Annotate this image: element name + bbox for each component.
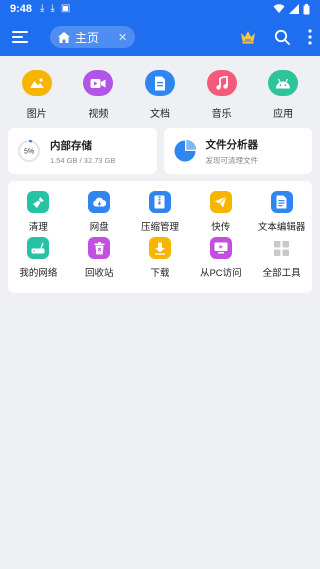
app-bar: 主页 ✕ [0, 18, 320, 56]
category-label: 文档 [149, 109, 170, 120]
top-bar: 9:48 ⤓ ⤓ ▣ 主页 ✕ [0, 0, 320, 56]
tool-my-network[interactable]: 我的网络 [8, 237, 69, 283]
storage-title: 内部存储 [50, 139, 92, 152]
tool-quick-send[interactable]: 快传 [190, 191, 251, 237]
menu-icon[interactable] [12, 31, 28, 43]
tool-pc-access[interactable]: 从PC访问 [190, 237, 251, 283]
search-icon[interactable] [274, 29, 290, 45]
app-notification-icon: ▣ [60, 3, 71, 14]
file-analyzer-card[interactable]: 文件分析器 发现可清理文件 [163, 128, 312, 174]
tool-recycle-bin[interactable]: 回收站 [69, 237, 130, 283]
grid-icon [271, 237, 293, 259]
send-icon [209, 191, 232, 213]
cloud-icon [88, 191, 111, 213]
zip-icon [148, 191, 171, 213]
tool-text-editor[interactable]: 文本编辑器 [251, 191, 312, 237]
pc-access-icon [209, 237, 232, 259]
storage-cards: 5% 内部存储 1.54 GB / 32.73 GB 文件分析器 发现可清理文件 [0, 128, 320, 174]
android-icon [268, 70, 299, 96]
music-icon [206, 70, 237, 96]
category-label: 音乐 [211, 109, 232, 120]
category-row: 图片 视频 文档 音乐 应用 [0, 56, 320, 128]
router-icon [27, 237, 50, 259]
analyzer-subtitle: 发现可清理文件 [205, 155, 259, 165]
crown-icon[interactable] [240, 30, 256, 44]
broom-icon [27, 191, 50, 213]
pie-chart-icon [174, 139, 196, 162]
storage-detail: 1.54 GB / 32.73 GB [50, 155, 116, 165]
tools-grid: 清理 网盘 压缩管理 快传 文本编辑器 我的网络 回收站 下载 从PC访问 全部… [8, 181, 312, 293]
tool-label: 我的网络 [19, 268, 58, 279]
category-apps[interactable]: 应用 [255, 70, 311, 128]
wifi-icon [273, 4, 285, 13]
download-icon [148, 237, 171, 259]
text-editor-icon [270, 191, 293, 213]
download-notification-icon: ⤓ [40, 3, 45, 14]
tool-label: 回收站 [84, 268, 114, 279]
tool-label: 压缩管理 [140, 222, 179, 233]
tool-compression[interactable]: 压缩管理 [130, 191, 191, 237]
download-notification-icon-2: ⤓ [50, 3, 55, 14]
video-icon [83, 70, 114, 96]
internal-storage-card[interactable]: 5% 内部存储 1.54 GB / 32.73 GB [8, 128, 157, 174]
category-label: 视频 [88, 109, 109, 120]
signal-icon [289, 4, 299, 14]
status-time: 9:48 [10, 3, 33, 15]
tool-label: 快传 [211, 222, 231, 233]
category-images[interactable]: 图片 [9, 70, 65, 128]
trash-icon [88, 237, 111, 259]
document-icon [144, 70, 175, 96]
tab-home-label: 主页 [75, 30, 100, 45]
more-options-icon[interactable] [308, 29, 312, 45]
tool-label: 下载 [150, 268, 170, 279]
tool-all-tools[interactable]: 全部工具 [251, 237, 312, 283]
tool-label: 清理 [28, 222, 48, 233]
storage-percent: 5% [24, 149, 34, 156]
image-icon [21, 70, 52, 96]
tool-label: 文本编辑器 [257, 222, 306, 233]
tool-download[interactable]: 下载 [130, 237, 191, 283]
category-label: 图片 [26, 109, 47, 120]
home-icon [58, 31, 70, 43]
category-label: 应用 [273, 109, 294, 120]
battery-icon [303, 3, 310, 14]
tool-cloud-drive[interactable]: 网盘 [69, 191, 130, 237]
tool-label: 从PC访问 [199, 268, 242, 279]
tool-clean[interactable]: 清理 [8, 191, 69, 237]
status-bar: 9:48 ⤓ ⤓ ▣ [0, 0, 320, 18]
category-music[interactable]: 音乐 [194, 70, 250, 128]
storage-usage-ring: 5% [17, 139, 41, 163]
tab-home[interactable]: 主页 ✕ [50, 26, 136, 48]
tool-label: 网盘 [89, 222, 109, 233]
tool-label: 全部工具 [262, 268, 301, 279]
close-tab-icon[interactable]: ✕ [118, 31, 127, 44]
category-videos[interactable]: 视频 [70, 70, 126, 128]
category-documents[interactable]: 文档 [132, 70, 188, 128]
analyzer-title: 文件分析器 [205, 138, 259, 151]
